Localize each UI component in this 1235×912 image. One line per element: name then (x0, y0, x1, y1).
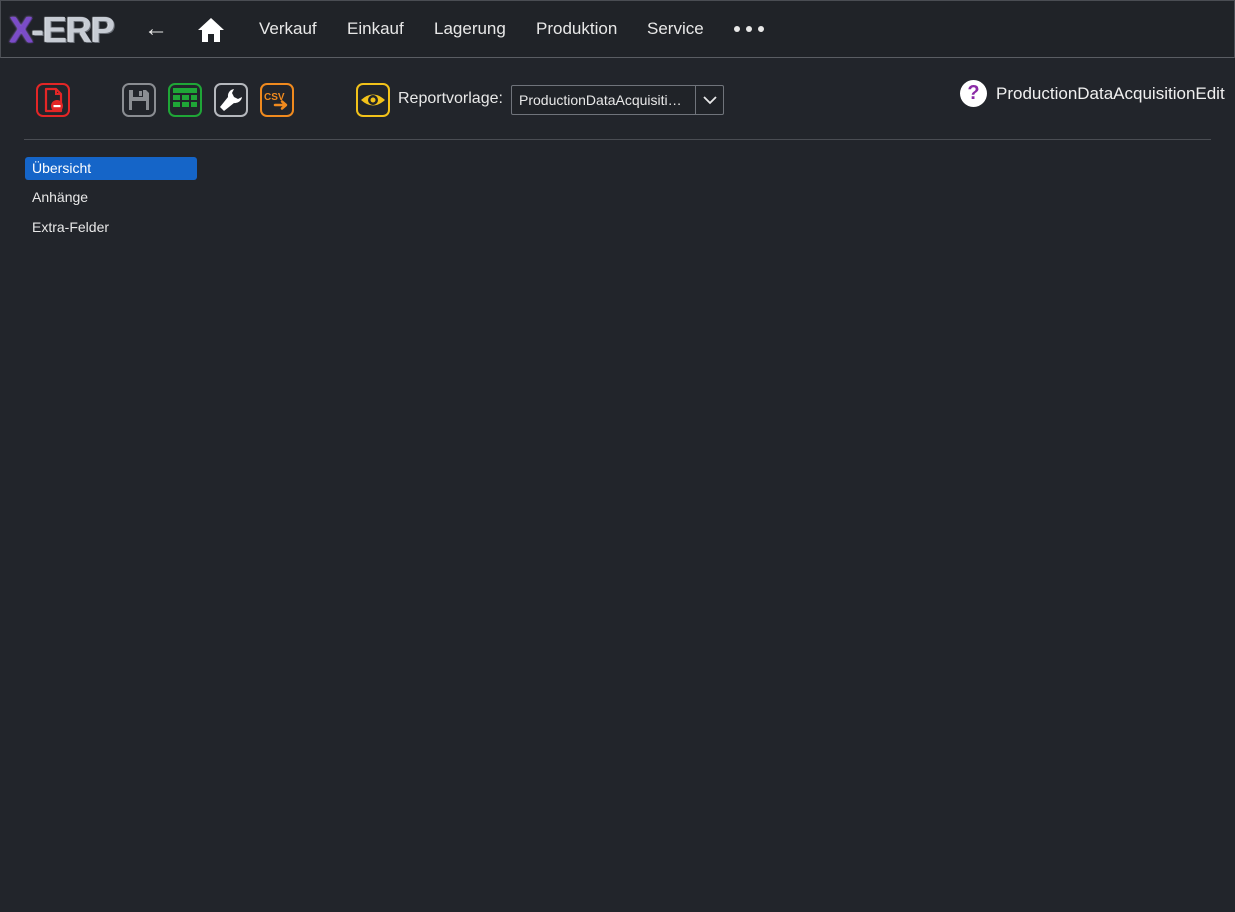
nav-verkauf[interactable]: Verkauf (259, 1, 317, 57)
delete-document-icon (36, 83, 70, 117)
report-template-value: ProductionDataAcquisitionEdit (519, 92, 689, 108)
report-template-label: Reportvorlage: (398, 90, 503, 107)
help-icon[interactable]: ? (960, 80, 987, 107)
more-menu-icon[interactable] (734, 23, 764, 35)
app-logo[interactable]: X -ERP (9, 9, 115, 50)
delete-document-button[interactable] (36, 83, 70, 117)
nav-service[interactable]: Service (647, 1, 704, 57)
back-arrow-icon[interactable]: ← (142, 13, 170, 45)
sidebar-item-extra-felder[interactable]: Extra-Felder (25, 216, 197, 239)
nav-lagerung[interactable]: Lagerung (434, 1, 506, 57)
logo-x: X (9, 9, 33, 50)
sidebar-item-anhaenge[interactable]: Anhänge (25, 186, 197, 209)
table-view-button[interactable] (168, 83, 202, 117)
settings-wrench-button[interactable] (214, 83, 248, 117)
more-dot (734, 26, 740, 32)
more-dot (758, 26, 764, 32)
report-template-select[interactable]: ProductionDataAcquisitionEdit (511, 85, 724, 115)
save-button[interactable] (122, 83, 156, 117)
save-icon (122, 83, 156, 117)
wrench-icon (214, 83, 248, 117)
eye-icon (356, 83, 390, 117)
chevron-down-icon[interactable] (702, 93, 718, 107)
sidebar-item-uebersicht[interactable]: Übersicht (25, 157, 197, 180)
table-icon (168, 83, 202, 117)
select-divider (695, 86, 696, 114)
csv-export-icon: CSV (260, 83, 294, 117)
more-dot (746, 26, 752, 32)
preview-report-button[interactable] (356, 83, 390, 117)
nav-einkauf[interactable]: Einkauf (347, 1, 404, 57)
top-navigation-bar: X -ERP ← Verkauf Einkauf Lagerung Produk… (0, 0, 1235, 58)
page-title: ProductionDataAcquisitionEdit (996, 84, 1225, 103)
logo-erp: -ERP (32, 9, 115, 50)
home-icon[interactable] (197, 17, 225, 43)
nav-produktion[interactable]: Produktion (536, 1, 617, 57)
csv-export-button[interactable]: CSV (260, 83, 294, 117)
toolbar-divider (24, 139, 1211, 140)
